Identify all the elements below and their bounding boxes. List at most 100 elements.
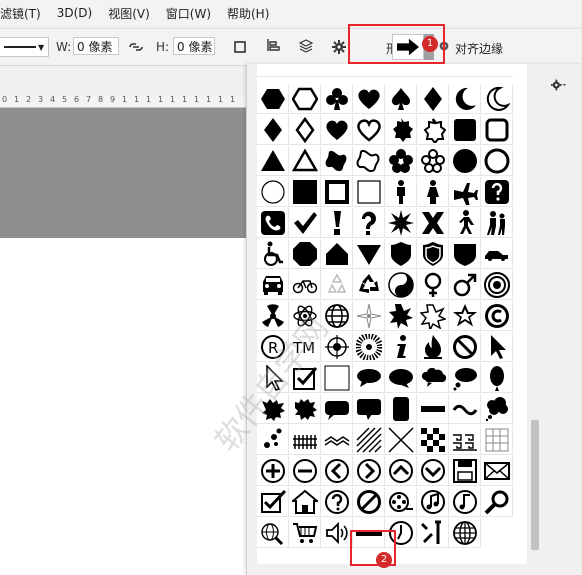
shape-envelope[interactable]	[481, 456, 513, 486]
shape-spade[interactable]	[385, 84, 417, 114]
shape-seal[interactable]	[385, 115, 417, 145]
shape-right-circle[interactable]	[353, 456, 385, 486]
shape-cloud-speech[interactable]	[417, 363, 449, 393]
shape-up-circle[interactable]	[385, 456, 417, 486]
link-icon[interactable]	[128, 39, 144, 55]
shape-cursor[interactable]	[481, 332, 513, 362]
shape-fence[interactable]	[289, 425, 321, 455]
height-input[interactable]: 0 像素	[173, 37, 215, 55]
shape-save[interactable]	[449, 456, 481, 486]
shape-speaker[interactable]	[321, 518, 353, 548]
shape-square[interactable]	[289, 177, 321, 207]
shape-globe-search[interactable]	[257, 518, 289, 548]
shape-grid[interactable]	[481, 425, 513, 455]
shape-speech-2[interactable]	[385, 363, 417, 393]
shape-seal-outline[interactable]	[417, 115, 449, 145]
shape-club[interactable]	[321, 84, 353, 114]
shape-burst-outline[interactable]	[417, 301, 449, 331]
shape-rect-speech[interactable]	[321, 394, 353, 424]
shape-man[interactable]	[385, 177, 417, 207]
shape-circle-outline-thin[interactable]	[257, 177, 289, 207]
shape-sunburst[interactable]	[353, 332, 385, 362]
shape-woman[interactable]	[417, 177, 449, 207]
shape-question[interactable]	[353, 208, 385, 238]
shape-blob[interactable]	[321, 146, 353, 176]
shape-circle-outline[interactable]	[481, 146, 513, 176]
shape-male[interactable]	[449, 270, 481, 300]
shape-no-sign[interactable]	[449, 332, 481, 362]
shape-car-front[interactable]	[257, 270, 289, 300]
shape-heart[interactable]	[353, 84, 385, 114]
shape-hexagon-outline[interactable]	[289, 84, 321, 114]
shape-down-circle[interactable]	[417, 456, 449, 486]
shape-tilde[interactable]	[449, 394, 481, 424]
menu-help[interactable]: 帮助(H)	[227, 5, 269, 22]
shape-rounded-square-outline[interactable]	[481, 115, 513, 145]
shape-banner[interactable]	[417, 394, 449, 424]
shape-film[interactable]	[385, 487, 417, 517]
menu-view[interactable]: 视图(V)	[108, 5, 150, 22]
shape-airplane[interactable]	[449, 177, 481, 207]
shape-hatch[interactable]	[353, 425, 385, 455]
shape-crescent[interactable]	[449, 84, 481, 114]
shape-pedestrian[interactable]	[449, 208, 481, 238]
shape-blob-outline[interactable]	[353, 146, 385, 176]
shape-exclamation[interactable]	[321, 208, 353, 238]
panel-settings-gear-icon[interactable]	[551, 78, 567, 92]
shape-flower-outline[interactable]	[417, 146, 449, 176]
shape-balloon[interactable]	[481, 363, 513, 393]
shape-cart[interactable]	[289, 518, 321, 548]
shape-copyright[interactable]	[481, 301, 513, 331]
shape-thought[interactable]	[449, 363, 481, 393]
shape-rect-speech-2[interactable]	[353, 394, 385, 424]
menu-window[interactable]: 窗口(W)	[166, 5, 211, 22]
scrollbar-thumb[interactable]	[531, 420, 539, 550]
shape-house-2[interactable]	[289, 487, 321, 517]
shape-shield-2[interactable]	[449, 239, 481, 269]
stroke-type-select[interactable]: ▼	[0, 37, 49, 57]
shape-tag[interactable]	[385, 394, 417, 424]
shape-square-frame[interactable]	[321, 177, 353, 207]
shape-circle[interactable]	[449, 146, 481, 176]
shape-square-outline[interactable]	[353, 177, 385, 207]
shape-plus-circle[interactable]	[257, 456, 289, 486]
shape-note-circle-2[interactable]	[449, 487, 481, 517]
shape-blank[interactable]	[321, 363, 353, 393]
shape-question-box[interactable]	[481, 177, 513, 207]
shape-star-outline[interactable]	[449, 301, 481, 331]
shape-x-mark[interactable]	[417, 208, 449, 238]
shape-bicycle[interactable]	[289, 270, 321, 300]
shape-crescent-outline[interactable]	[481, 84, 513, 114]
shape-burst-2[interactable]	[385, 301, 417, 331]
shape-note-circle[interactable]	[417, 487, 449, 517]
shape-triangle-outline[interactable]	[289, 146, 321, 176]
shape-globe-2[interactable]	[449, 518, 481, 548]
shape-burst[interactable]	[385, 208, 417, 238]
shape-chevrons[interactable]	[321, 425, 353, 455]
align-edges-label[interactable]: 对齐边缘	[455, 40, 503, 57]
path-operations-icon[interactable]	[232, 39, 248, 55]
shape-checker[interactable]	[417, 425, 449, 455]
menu-3d[interactable]: 3D(D)	[57, 6, 92, 20]
shape-left-circle[interactable]	[321, 456, 353, 486]
shape-no-circle[interactable]	[353, 487, 385, 517]
shape-school[interactable]	[481, 208, 513, 238]
shape-yin-yang[interactable]	[385, 270, 417, 300]
shape-diamond[interactable]	[257, 115, 289, 145]
shape-shield-outline[interactable]	[417, 239, 449, 269]
shape-rounded-square[interactable]	[449, 115, 481, 145]
width-input[interactable]: 0 像素	[73, 37, 119, 55]
shape-compass[interactable]	[353, 301, 385, 331]
shape-heart-outline[interactable]	[353, 115, 385, 145]
shape-octagon[interactable]	[289, 239, 321, 269]
shape-target[interactable]	[481, 270, 513, 300]
shape-diamond-outline[interactable]	[289, 115, 321, 145]
shape-info[interactable]	[385, 332, 417, 362]
shape-burst-speech-2[interactable]	[289, 394, 321, 424]
shape-triangle[interactable]	[257, 146, 289, 176]
path-arrangement-icon[interactable]	[298, 38, 314, 54]
shape-phone[interactable]	[257, 208, 289, 238]
shape-triangle-down[interactable]	[353, 239, 385, 269]
shape-car-side[interactable]	[481, 239, 513, 269]
menu-filter[interactable]: 滤镜(T)	[0, 5, 41, 22]
